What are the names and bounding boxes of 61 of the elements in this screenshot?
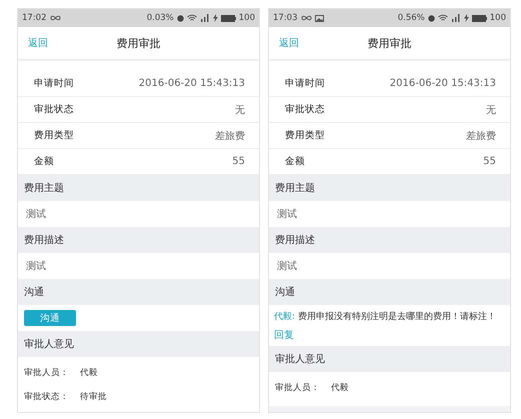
section-header: 沟通 <box>18 279 259 305</box>
battery-icon <box>472 14 487 22</box>
row-value: 无 <box>235 104 245 116</box>
row-label: 审批状态 <box>34 103 74 116</box>
charging-icon <box>464 14 469 22</box>
back-button[interactable]: 返回 <box>279 36 299 50</box>
row-label: 金额 <box>34 155 54 168</box>
row-label: 申请时间 <box>34 77 74 90</box>
data-rate: 0.03% <box>146 13 174 23</box>
row-label: 审批状态 <box>285 103 325 116</box>
field-value: 代毅 <box>331 382 349 394</box>
section-text: 测试 <box>269 253 510 279</box>
charging-icon <box>212 14 218 22</box>
alarm-icon <box>428 14 435 22</box>
field-label: 审批人员： <box>24 367 70 379</box>
battery-level: 100 <box>490 13 506 23</box>
page-title: 费用审批 <box>368 36 412 50</box>
wifi-icon <box>438 14 448 22</box>
section-header: 费用主题 <box>269 175 510 201</box>
message-text: 费用申报没有特别注明是去哪里的费用！请标注！ <box>298 310 496 323</box>
section-text: 测试 <box>269 201 510 227</box>
section-header: 费用主题 <box>18 175 259 201</box>
reply-link[interactable]: 回复 <box>274 328 294 342</box>
wifi-icon <box>186 14 197 22</box>
page-title: 费用审批 <box>116 36 160 50</box>
message-author[interactable]: 代毅: <box>274 310 296 323</box>
section-header: 费用描述 <box>269 227 510 253</box>
section-header: 费用描述 <box>18 227 259 253</box>
field-value: 代毅 <box>80 367 98 379</box>
row-value: 差旅费 <box>215 130 245 142</box>
row-value: 2016-06-20 15:43:13 <box>390 78 496 89</box>
clock-time: 17:02 <box>22 13 46 23</box>
data-rate: 0.56% <box>398 13 425 23</box>
communicate-button[interactable]: 沟通 <box>24 310 76 326</box>
section-header: 沟通 <box>269 279 510 305</box>
signal-icon <box>200 14 210 22</box>
back-button[interactable]: 返回 <box>28 36 48 50</box>
row-value: 差旅费 <box>466 130 496 142</box>
alarm-icon <box>176 14 184 22</box>
infinity-icon <box>300 15 312 21</box>
battery-level: 100 <box>238 13 255 23</box>
image-icon <box>314 14 324 22</box>
section-text: 测试 <box>18 201 259 227</box>
field-label: 审批状态： <box>24 391 70 403</box>
row-label: 金额 <box>285 155 305 168</box>
row-value: 无 <box>486 104 496 116</box>
clock-time: 17:03 <box>273 13 298 23</box>
section-header: 审批人意见 <box>269 346 510 372</box>
row-label: 申请时间 <box>285 77 325 90</box>
section-text: 测试 <box>18 253 259 279</box>
field-label: 审批人员： <box>275 382 321 394</box>
row-label: 费用类型 <box>285 129 325 142</box>
field-value: 待审批 <box>80 391 107 403</box>
battery-icon <box>220 14 236 22</box>
row-value: 55 <box>232 156 245 167</box>
section-header: 审批人意见 <box>18 331 259 357</box>
row-value: 55 <box>483 156 496 167</box>
row-label: 费用类型 <box>34 129 74 142</box>
row-value: 2016-06-20 15:43:13 <box>138 78 245 89</box>
infinity-icon <box>50 15 60 21</box>
signal-icon <box>450 14 461 22</box>
